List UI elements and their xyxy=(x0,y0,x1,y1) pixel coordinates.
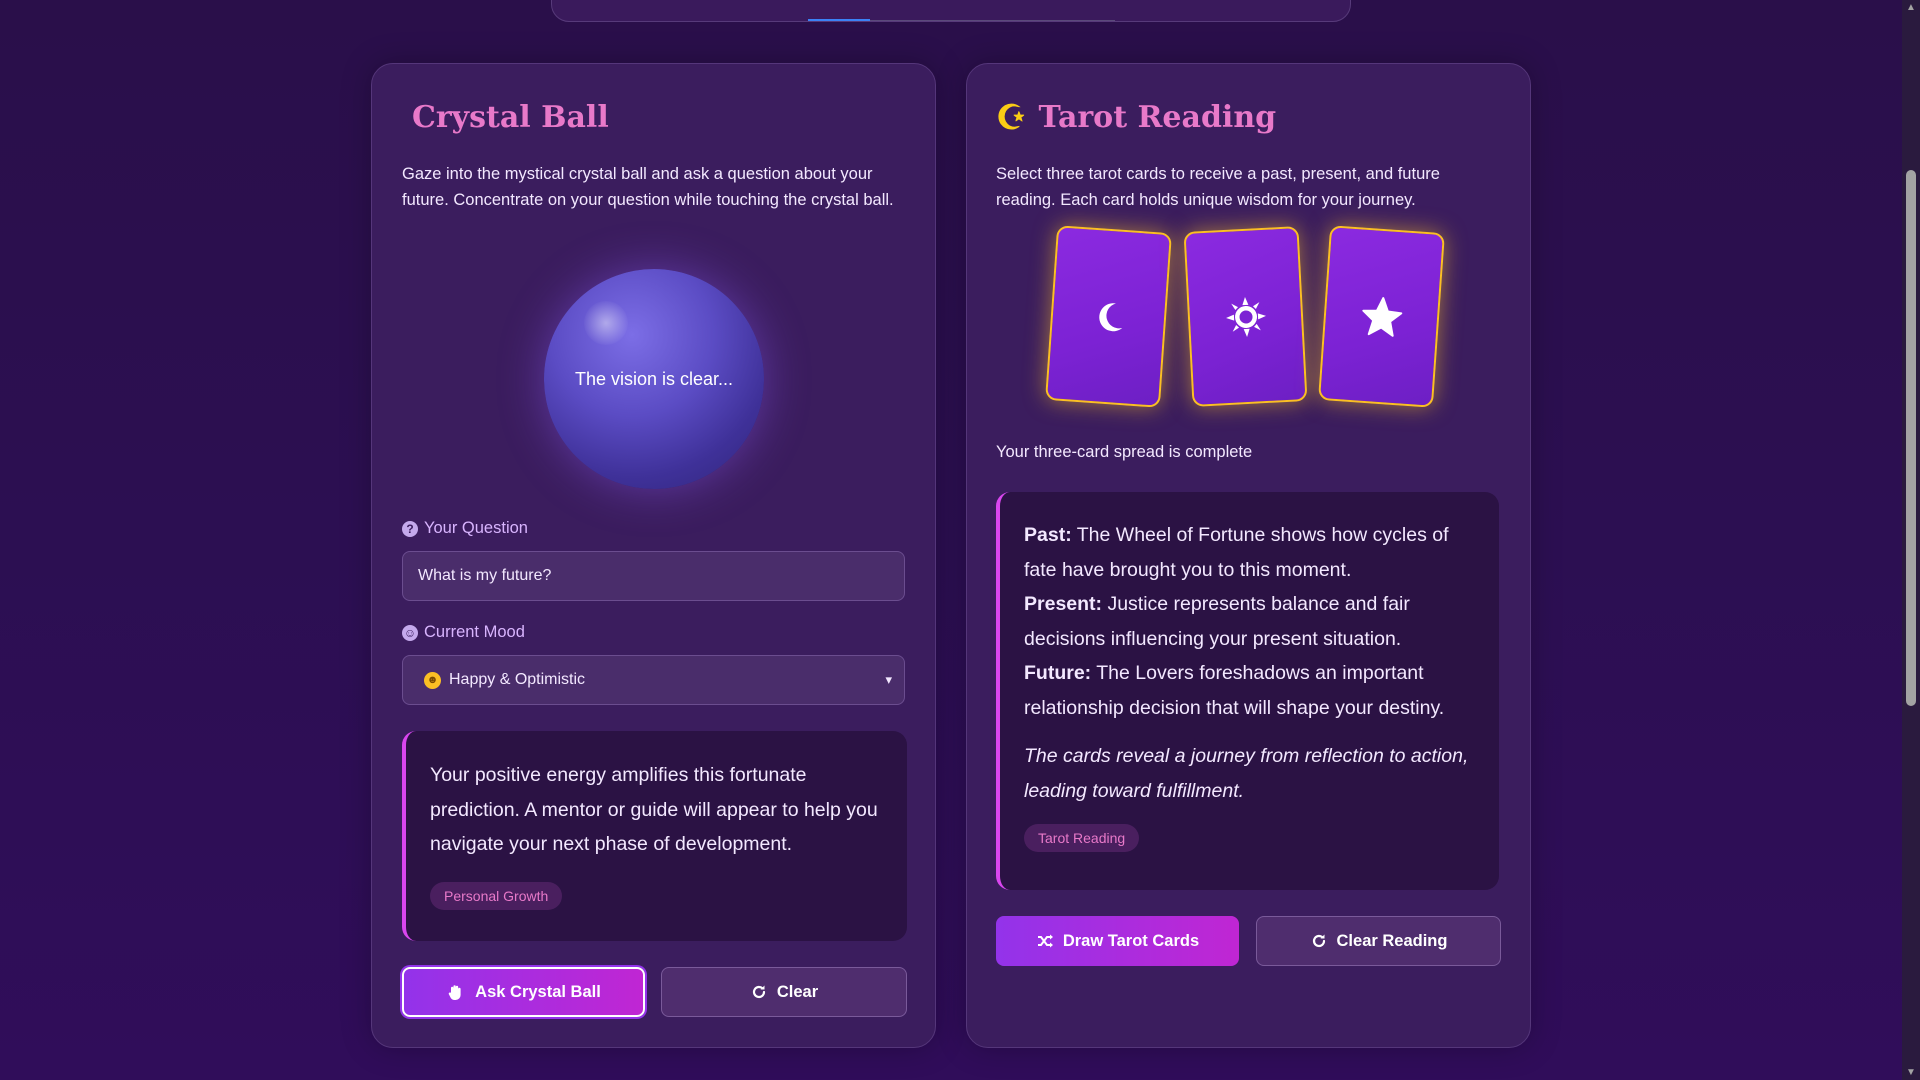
clear-button[interactable]: Clear xyxy=(661,967,907,1017)
tarot-card-present[interactable] xyxy=(1183,226,1308,407)
scroll-up-icon[interactable]: ▲ xyxy=(1902,2,1920,13)
active-tab-indicator xyxy=(808,19,870,21)
moon-icon xyxy=(1098,302,1122,331)
clear-reading-button[interactable]: Clear Reading xyxy=(1256,916,1501,966)
past-text: The Wheel of Fortune shows how cycles of… xyxy=(1024,524,1449,581)
present-label: Present: xyxy=(1024,593,1103,615)
mood-select-value: ☻ Happy & Optimistic xyxy=(424,671,585,689)
question-input[interactable]: What is my future? xyxy=(402,551,905,601)
question-label-text: Your Question xyxy=(424,519,528,537)
question-label: ? Your Question xyxy=(402,519,528,538)
tarot-tag: Tarot Reading xyxy=(1024,824,1140,852)
shuffle-icon xyxy=(1037,934,1053,948)
chevron-down-icon: ▾ xyxy=(885,672,892,687)
clear-reading-label: Clear Reading xyxy=(1336,931,1448,950)
tarot-reading-card: ☪ Tarot Reading Select three tarot cards… xyxy=(966,63,1531,1048)
question-circle-icon: ? xyxy=(402,520,418,537)
scroll-down-icon[interactable]: ▼ xyxy=(1902,1067,1920,1078)
top-panel xyxy=(551,0,1351,22)
ball-highlight xyxy=(584,301,628,345)
tarot-description: Select three tarot cards to receive a pa… xyxy=(996,165,1440,209)
past-label: Past: xyxy=(1024,524,1072,546)
redo-icon xyxy=(752,985,765,999)
redo-icon xyxy=(1312,934,1325,948)
tab-divider xyxy=(870,20,1115,21)
reading-summary: The cards reveal a journey from reflecti… xyxy=(1024,745,1469,802)
question-input-value: What is my future? xyxy=(418,567,552,584)
mood-select[interactable]: ☻ Happy & Optimistic ▾ xyxy=(402,655,905,705)
mood-select-text: Happy & Optimistic xyxy=(449,671,586,688)
hand-sparkles-icon xyxy=(448,985,461,1000)
ask-crystal-ball-button[interactable]: Ask Crystal Ball xyxy=(402,967,645,1017)
ball-vision-text: The vision is clear... xyxy=(574,368,734,389)
happy-face-icon: ☻ xyxy=(424,671,441,689)
crystal-ball-description: Gaze into the mystical crystal ball and … xyxy=(402,165,894,209)
page-scrollbar[interactable]: ▲ ▼ xyxy=(1902,0,1920,1080)
prediction-tag: Personal Growth xyxy=(430,881,563,910)
mood-label: ☺ Current Mood xyxy=(402,623,525,642)
draw-button-label: Draw Tarot Cards xyxy=(1062,931,1200,950)
future-label: Future: xyxy=(1024,662,1092,684)
tarot-title: ☪ Tarot Reading xyxy=(996,100,1276,135)
ask-button-label: Ask Crystal Ball xyxy=(475,982,601,1001)
crystal-ball-title-text: Crystal Ball xyxy=(412,100,609,135)
moon-star-icon: ☪ xyxy=(996,97,1027,138)
star-icon xyxy=(1361,296,1402,337)
crystal-ball-title: Crystal Ball xyxy=(412,100,609,135)
tarot-card-future[interactable] xyxy=(1318,225,1445,408)
tarot-reading-box: Past: The Wheel of Fortune shows how cyc… xyxy=(996,492,1499,890)
reading-future: Future: The Lovers foreshadows an import… xyxy=(1024,656,1475,725)
crystal-ball[interactable]: The vision is clear... xyxy=(544,269,764,489)
scroll-thumb[interactable] xyxy=(1906,170,1916,706)
spread-status: Your three-card spread is complete xyxy=(996,443,1253,461)
smile-icon: ☺ xyxy=(402,624,418,641)
sun-icon xyxy=(1225,296,1266,337)
clear-button-label: Clear xyxy=(776,982,819,1001)
mood-label-text: Current Mood xyxy=(424,623,525,641)
crystal-ball-sphere[interactable]: The vision is clear... xyxy=(544,269,764,489)
prediction-box: Your positive energy amplifies this fort… xyxy=(402,731,907,941)
reading-present: Present: Justice represents balance and … xyxy=(1024,587,1475,656)
tarot-spread xyxy=(967,219,1532,419)
draw-tarot-cards-button[interactable]: Draw Tarot Cards xyxy=(996,916,1239,966)
crystal-ball-card: Crystal Ball Gaze into the mystical crys… xyxy=(371,63,936,1048)
tarot-card-past[interactable] xyxy=(1045,225,1172,408)
tarot-title-text: Tarot Reading xyxy=(1038,100,1277,135)
prediction-text: Your positive energy amplifies this fort… xyxy=(430,764,878,855)
reading-past: Past: The Wheel of Fortune shows how cyc… xyxy=(1024,518,1475,587)
